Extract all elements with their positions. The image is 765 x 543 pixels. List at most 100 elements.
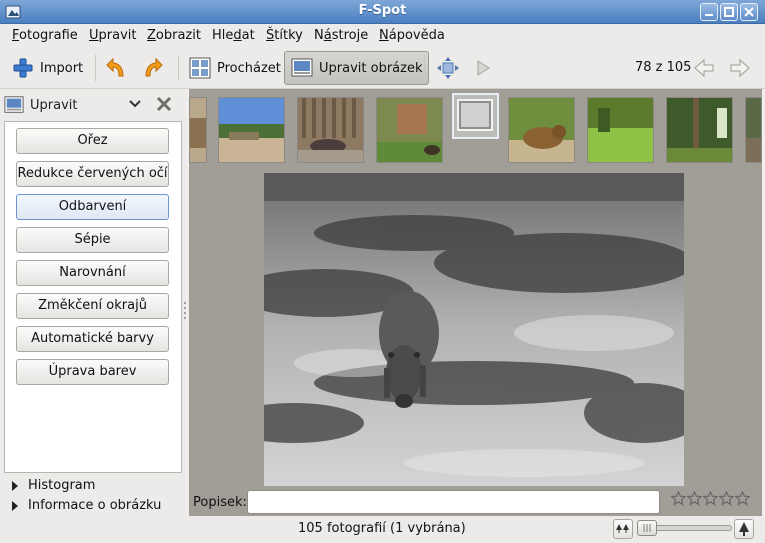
status-text: 105 fotografií (1 vybrána) [298, 521, 466, 536]
close-sidebar-icon[interactable] [155, 95, 173, 113]
main-photo[interactable] [264, 173, 684, 486]
thumbnail-image [509, 98, 574, 162]
next-photo-button[interactable] [728, 51, 752, 85]
thumbnail-image [298, 98, 363, 162]
menu-nastroje[interactable]: Nástroje [314, 28, 368, 43]
caption-label: Popisek: [193, 495, 247, 510]
thumbnail-image [457, 99, 493, 131]
import-label: Import [40, 60, 84, 76]
filmstrip-thumbnail[interactable] [189, 97, 207, 163]
fullscreen-arrows-icon [437, 57, 459, 79]
thumbnail-image [746, 98, 761, 162]
menu-zobrazit[interactable]: Zobrazit [147, 28, 201, 43]
tool-color-adjust-button[interactable]: Úprava barev [16, 359, 169, 385]
photo-view-area: Popisek: [189, 89, 762, 516]
trees-small-icon [616, 524, 629, 533]
photo-counter: 78 z 105 [635, 60, 692, 75]
star-icon[interactable] [719, 491, 734, 506]
editor-selector[interactable]: Upravit [4, 93, 144, 117]
arrow-left-icon [694, 58, 714, 78]
rotate-left-button[interactable] [105, 51, 129, 85]
tool-straighten-button[interactable]: Narovnání [16, 260, 169, 286]
edit-image-label: Upravit obrázek [319, 60, 423, 76]
rating-stars[interactable] [671, 491, 750, 506]
filmstrip-thumbnail[interactable] [376, 97, 443, 163]
statusbar: 105 fotografií (1 vybrána) [0, 516, 765, 543]
toolbar-separator [178, 55, 179, 81]
plus-icon [13, 58, 33, 78]
filmstrip-thumbnail-selected[interactable] [452, 93, 499, 139]
filmstrip-thumbnail[interactable] [508, 97, 575, 163]
toolbar-separator [424, 55, 425, 81]
close-icon [744, 7, 754, 17]
capybara-photo [264, 173, 684, 486]
zoom-out-button[interactable] [613, 519, 633, 539]
grip-icon [643, 524, 651, 532]
browse-label: Procházet [217, 60, 281, 76]
menu-stitky[interactable]: Štítky [266, 28, 303, 43]
edit-image-button[interactable]: Upravit obrázek [284, 51, 430, 85]
expander-arrow-icon [12, 500, 18, 511]
expander-arrow-icon [12, 480, 18, 491]
arrow-right-icon [730, 58, 750, 78]
thumbnail-image [588, 98, 653, 162]
window-title: F-Spot [358, 3, 407, 18]
thumbnail-image [190, 98, 206, 162]
menu-hledat[interactable]: Hledat [212, 28, 255, 43]
toolbar-separator [95, 55, 96, 81]
star-icon[interactable] [735, 491, 750, 506]
titlebar: F-Spot [0, 0, 765, 24]
tool-auto-color-button[interactable]: Automatické barvy [16, 326, 169, 352]
toolbar: Import Procházet Upravit obrázek 78 z 10… [0, 47, 765, 89]
close-window-button[interactable] [740, 3, 758, 21]
filmstrip-thumbnail[interactable] [297, 97, 364, 163]
zoom-in-button[interactable] [734, 519, 754, 539]
menu-fotografie[interactable]: Fotografie [12, 28, 78, 43]
editor-tools-panel: Ořez Redukce červených očí Odbarvení Sép… [4, 121, 182, 473]
pane-resize-grip[interactable] [183, 300, 187, 324]
filmstrip-thumbnail[interactable] [587, 97, 654, 163]
tool-desaturate-button[interactable]: Odbarvení [16, 194, 169, 220]
thumbnail-image [377, 98, 442, 162]
slideshow-button[interactable] [474, 51, 492, 85]
play-icon [477, 60, 490, 76]
histogram-expander[interactable]: Histogram [12, 478, 95, 493]
tool-sepia-button[interactable]: Sépie [16, 227, 169, 253]
star-icon[interactable] [687, 491, 702, 506]
caption-input[interactable] [247, 490, 660, 514]
filmstrip-thumbnail[interactable] [218, 97, 285, 163]
filmstrip[interactable] [189, 89, 762, 169]
minimize-icon [705, 14, 713, 16]
filmstrip-thumbnail[interactable] [666, 97, 733, 163]
maximize-button[interactable] [720, 3, 738, 21]
fullscreen-button[interactable] [436, 51, 460, 85]
tree-large-icon [739, 522, 749, 536]
filmstrip-thumbnail[interactable] [745, 97, 762, 163]
browse-button[interactable]: Procházet [189, 51, 281, 85]
previous-photo-button[interactable] [692, 51, 716, 85]
maximize-icon [724, 7, 734, 17]
edit-image-icon [291, 58, 313, 77]
editor-selected-label: Upravit [30, 97, 78, 113]
image-info-expander[interactable]: Informace o obrázku [12, 498, 161, 513]
image-info-label: Informace o obrázku [28, 498, 162, 513]
tool-redeye-button[interactable]: Redukce červených očí [16, 161, 169, 187]
star-icon[interactable] [671, 491, 686, 506]
star-icon[interactable] [703, 491, 718, 506]
editor-sidebar: Upravit Ořez Redukce červených očí Odbar… [0, 89, 186, 516]
thumbnail-image [667, 98, 732, 162]
menu-napoveda[interactable]: Nápověda [379, 28, 445, 43]
rotate-right-button[interactable] [140, 51, 164, 85]
edit-image-icon [4, 96, 24, 113]
zoom-slider-handle[interactable] [637, 520, 657, 536]
tool-crop-button[interactable]: Ořez [16, 128, 169, 154]
menubar: Fotografie Upravit Zobrazit Hledat Štítk… [0, 24, 765, 47]
chevron-down-icon [129, 100, 141, 108]
menu-upravit[interactable]: Upravit [89, 28, 136, 43]
import-button[interactable]: Import [12, 51, 83, 85]
rotate-left-icon [106, 57, 124, 77]
thumbnail-image [219, 98, 284, 162]
rotate-right-icon [145, 57, 163, 77]
minimize-button[interactable] [700, 3, 718, 21]
tool-soft-focus-button[interactable]: Změkčení okrajů [16, 293, 169, 319]
